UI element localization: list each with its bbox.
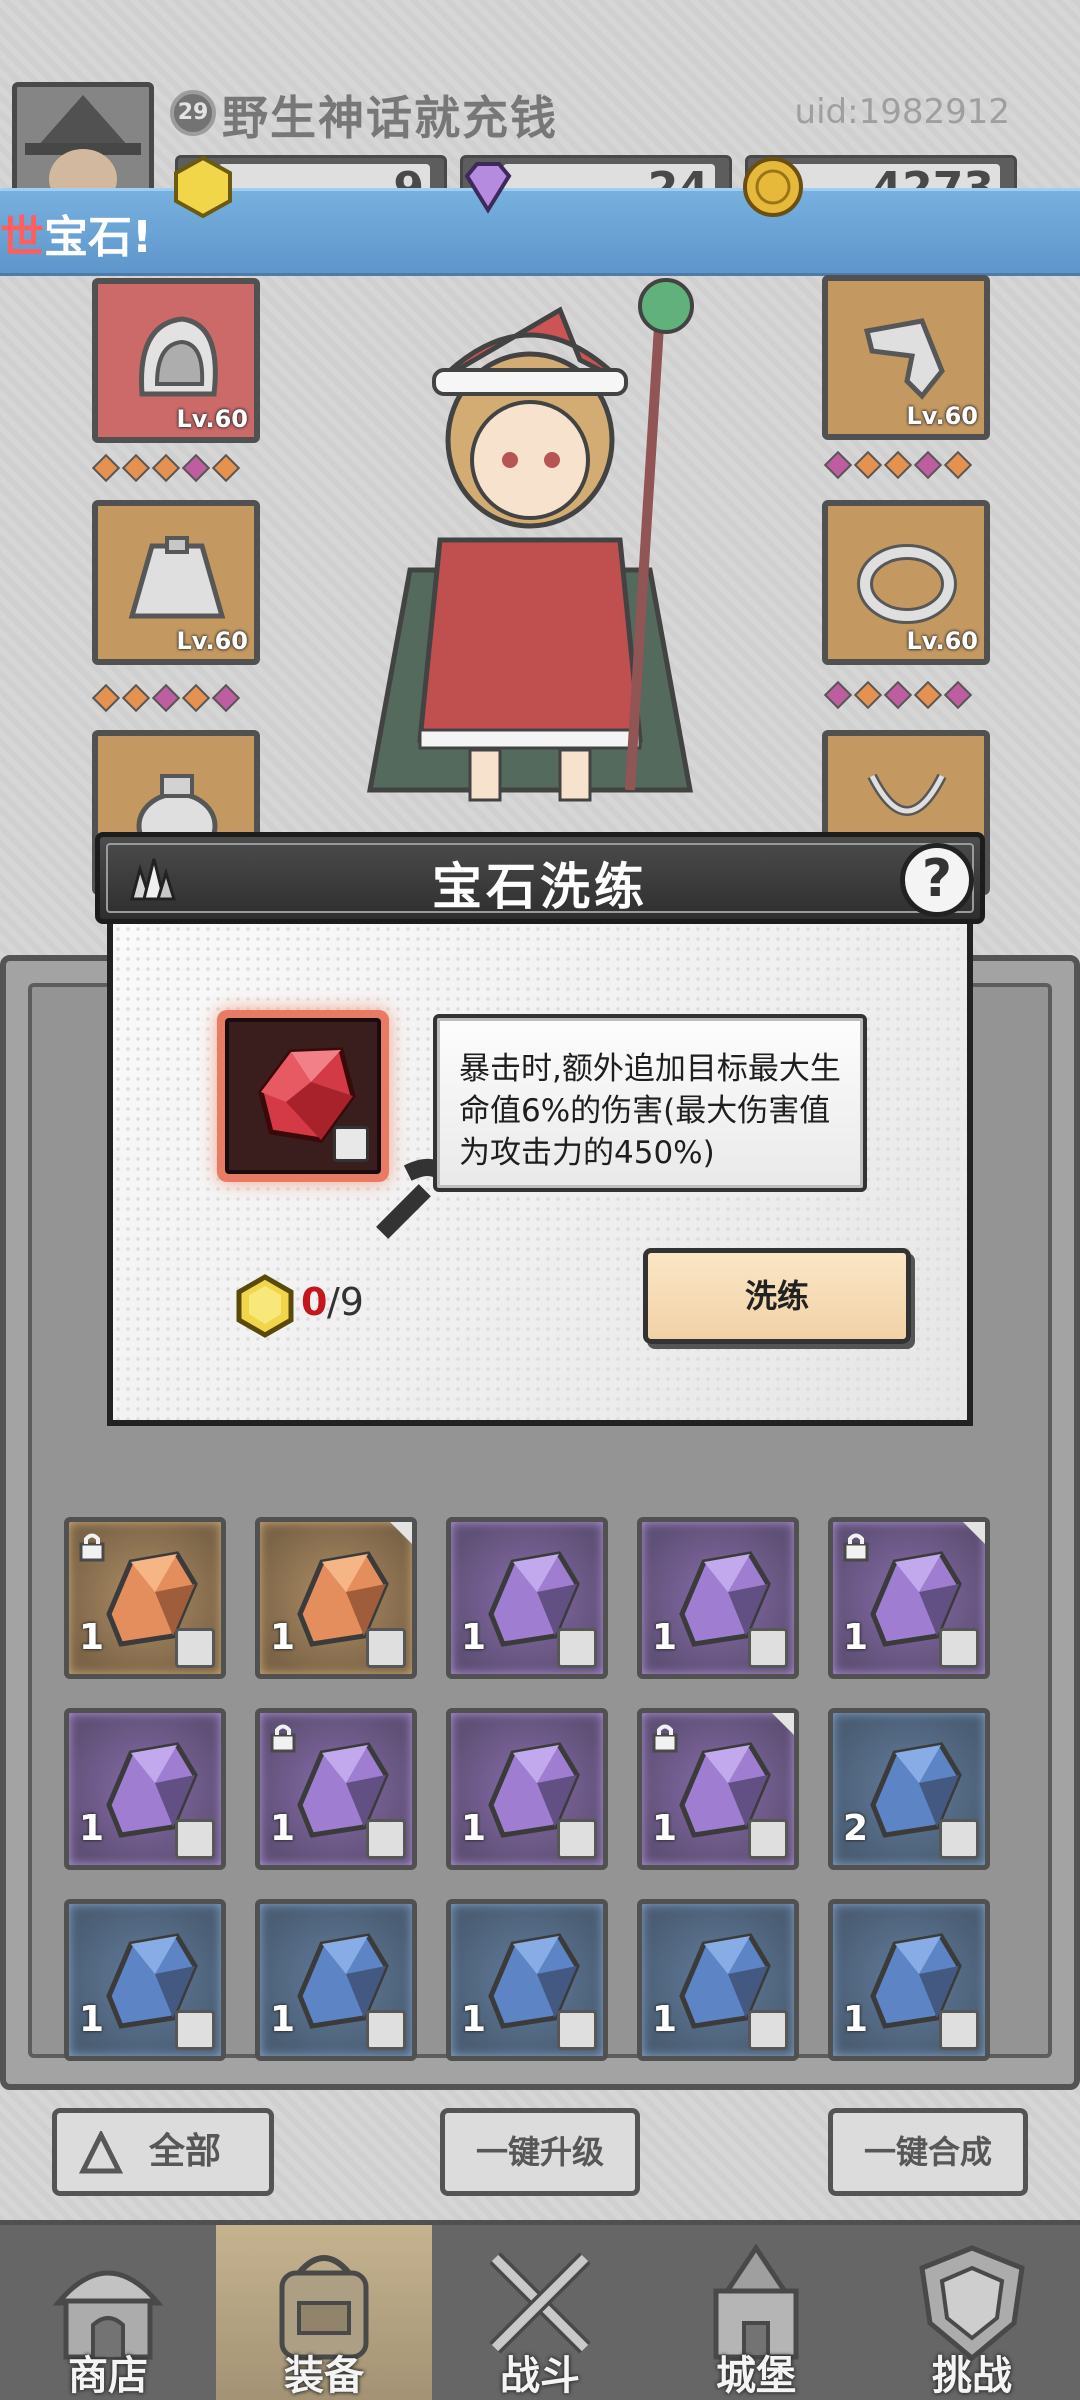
gold-stone-icon (174, 155, 232, 219)
dialog-body: 暴击时,额外追加目标最大生命值6%的伤害(最大伤害值为攻击力的450%) 0 /… (107, 924, 973, 1426)
gold-stone-icon (236, 1274, 294, 1338)
diamond-icon (464, 162, 512, 214)
gem-refine-dialog: 暴击时,额外追加目标最大生命值6%的伤害(最大伤害值为攻击力的450%) 0 /… (95, 832, 985, 1432)
selected-gem[interactable] (217, 1010, 459, 1239)
dialog-title: 宝石洗练 (432, 858, 648, 916)
refine-button[interactable]: 洗练 (643, 1248, 911, 1344)
gem-effect-description-box: 暴击时,额外追加目标最大生命值6%的伤害(最大伤害值为攻击力的450%) (433, 1014, 867, 1192)
help-button[interactable]: ? (900, 843, 974, 917)
cost-required: /9 (327, 1280, 364, 1324)
gem-type-tag (333, 1126, 459, 1239)
dialog-title-bar: 宝石洗练 ? (95, 832, 985, 924)
cost-owned: 0 (301, 1280, 328, 1324)
gem-effect-text: 暴击时,额外追加目标最大生命值6%的伤害(最大伤害值为攻击力的450%) (459, 1051, 841, 1171)
coin-icon (743, 157, 803, 217)
game-screen: 29 野生神话就充钱 uid:1982912 9 24 4273 世宝石! (0, 0, 1080, 2400)
